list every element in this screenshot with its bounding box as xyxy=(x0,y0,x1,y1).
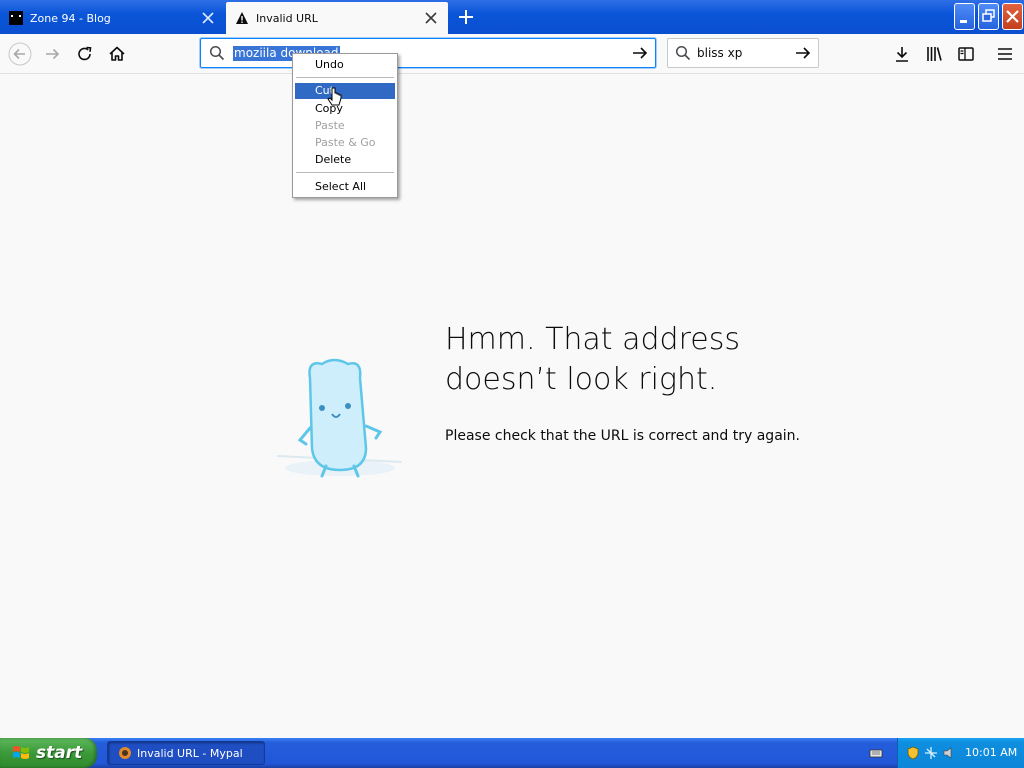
error-title: Hmm. That address doesn’t look right. xyxy=(445,322,740,397)
close-tab-icon[interactable] xyxy=(424,11,438,25)
sidebar-icon[interactable] xyxy=(954,42,978,66)
menu-separator xyxy=(296,172,394,173)
menu-separator xyxy=(296,77,394,78)
mouse-cursor-icon xyxy=(327,87,342,106)
tab-zone94-blog[interactable]: Zone 94 - Blog xyxy=(0,2,225,34)
mypal-app-icon xyxy=(119,747,131,759)
restore-icon xyxy=(982,9,995,22)
network-icon[interactable] xyxy=(924,746,938,760)
search-bar[interactable]: bliss xp xyxy=(667,38,819,68)
menu-item-select-all[interactable]: Select All xyxy=(295,179,395,195)
taskbar: start Invalid URL - Mypal 10:01 AM xyxy=(0,738,1024,768)
search-go-arrow-icon[interactable] xyxy=(794,45,812,61)
tab-invalid-url[interactable]: Invalid URL xyxy=(226,2,448,34)
minimize-button[interactable] xyxy=(954,3,975,30)
menu-item-paste: Paste xyxy=(315,119,345,132)
volume-icon[interactable] xyxy=(942,746,956,760)
search-icon xyxy=(209,45,225,61)
windows-logo-icon xyxy=(13,746,29,759)
menu-item-undo[interactable]: Undo xyxy=(295,57,395,73)
new-tab-plus-icon[interactable] xyxy=(456,7,476,27)
taskbar-window-label: Invalid URL - Mypal xyxy=(137,746,243,760)
library-icon[interactable] xyxy=(922,42,946,66)
tab-strip: Zone 94 - Blog Invalid URL xyxy=(0,0,1024,34)
taskbar-window-button[interactable]: Invalid URL - Mypal xyxy=(107,741,265,765)
close-icon xyxy=(1006,10,1019,23)
clock: 10:01 AM xyxy=(965,746,1018,759)
error-hamster-illustration xyxy=(276,358,403,478)
minimize-icon xyxy=(960,20,967,23)
home-icon[interactable] xyxy=(105,42,129,66)
menu-item-copy[interactable]: Copy xyxy=(295,101,395,117)
tab-title: Zone 94 - Blog xyxy=(30,11,111,25)
forward-arrow-icon[interactable] xyxy=(41,42,65,66)
security-shield-icon[interactable] xyxy=(906,746,920,760)
start-button[interactable]: start xyxy=(0,738,97,768)
back-arrow-icon[interactable] xyxy=(8,42,32,66)
go-arrow-icon[interactable] xyxy=(631,45,649,61)
error-description: Please check that the URL is correct and… xyxy=(445,428,800,444)
menu-item-paste-and-go: Paste & Go xyxy=(315,136,376,149)
restore-button[interactable] xyxy=(978,3,999,30)
close-tab-icon[interactable] xyxy=(201,11,215,25)
search-icon xyxy=(675,45,691,61)
tab-title: Invalid URL xyxy=(256,11,318,25)
warning-icon xyxy=(236,12,248,24)
keyboard-icon[interactable] xyxy=(869,746,883,760)
start-label: start xyxy=(36,743,83,763)
downloads-icon[interactable] xyxy=(890,42,914,66)
reload-icon[interactable] xyxy=(73,42,97,66)
zone94-favicon-icon xyxy=(9,11,23,25)
context-menu: Undo Cut Copy Paste Paste & Go Delete Se… xyxy=(292,53,398,198)
hamburger-menu-icon[interactable] xyxy=(993,42,1017,66)
menu-item-cut[interactable]: Cut xyxy=(295,83,395,99)
navigation-toolbar: moziila download bliss xp xyxy=(0,34,1024,74)
close-window-button[interactable] xyxy=(1002,3,1023,30)
menu-item-delete[interactable]: Delete xyxy=(295,152,395,168)
url-bar[interactable]: moziila download xyxy=(200,38,656,68)
search-input-value[interactable]: bliss xp xyxy=(697,46,742,60)
